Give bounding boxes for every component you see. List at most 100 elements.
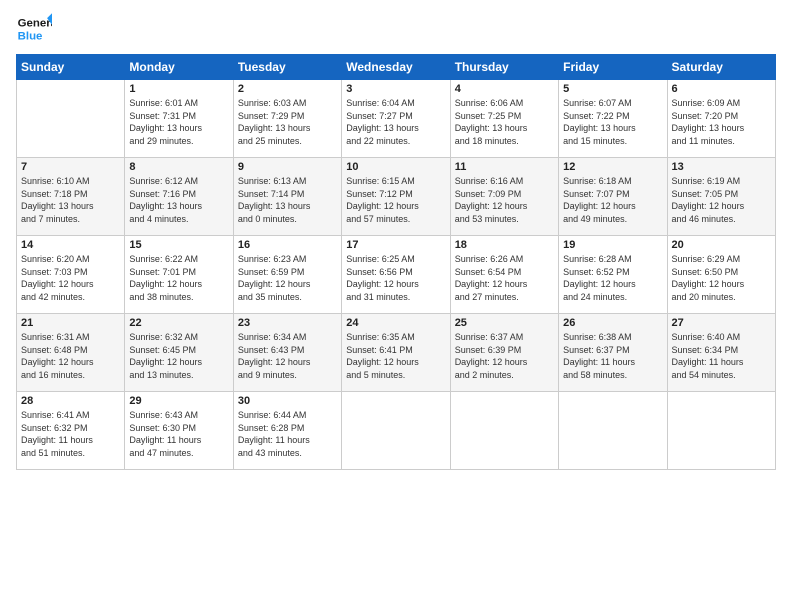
calendar-cell: 24 Sunrise: 6:35 AMSunset: 6:41 PMDayligh… bbox=[342, 314, 450, 392]
main-container: General Blue SundayMondayTuesdayWednesda… bbox=[0, 0, 792, 480]
day-number: 7 bbox=[21, 161, 120, 173]
calendar-cell: 15 Sunrise: 6:22 AMSunset: 7:01 PMDayligh… bbox=[125, 236, 233, 314]
day-number: 24 bbox=[346, 317, 445, 329]
column-header-friday: Friday bbox=[559, 55, 667, 80]
day-number: 22 bbox=[129, 317, 228, 329]
day-info: Sunrise: 6:13 AMSunset: 7:14 PMDaylight:… bbox=[238, 175, 337, 225]
day-number: 28 bbox=[21, 395, 120, 407]
day-number: 1 bbox=[129, 83, 228, 95]
column-header-saturday: Saturday bbox=[667, 55, 775, 80]
calendar-cell: 5 Sunrise: 6:07 AMSunset: 7:22 PMDaylight… bbox=[559, 80, 667, 158]
calendar-cell: 10 Sunrise: 6:15 AMSunset: 7:12 PMDayligh… bbox=[342, 158, 450, 236]
calendar-cell: 27Sunrise: 6:40 AMSunset: 6:34 PMDayligh… bbox=[667, 314, 775, 392]
day-number: 2 bbox=[238, 83, 337, 95]
calendar-cell: 22Sunrise: 6:32 AMSunset: 6:45 PMDayligh… bbox=[125, 314, 233, 392]
week-row-1: 1 Sunrise: 6:01 AMSunset: 7:31 PMDaylight… bbox=[17, 80, 776, 158]
calendar-cell bbox=[450, 392, 558, 470]
day-info: Sunrise: 6:37 AMSunset: 6:39 PMDaylight:… bbox=[455, 331, 554, 381]
day-info: Sunrise: 6:20 AMSunset: 7:03 PMDaylight:… bbox=[21, 253, 120, 303]
calendar-cell: 3 Sunrise: 6:04 AMSunset: 7:27 PMDaylight… bbox=[342, 80, 450, 158]
column-header-thursday: Thursday bbox=[450, 55, 558, 80]
calendar-cell: 20Sunrise: 6:29 AMSunset: 6:50 PMDayligh… bbox=[667, 236, 775, 314]
calendar-cell: 8Sunrise: 6:12 AMSunset: 7:16 PMDaylight… bbox=[125, 158, 233, 236]
day-info: Sunrise: 6:15 AMSunset: 7:12 PMDaylight:… bbox=[346, 175, 445, 225]
calendar-cell: 1 Sunrise: 6:01 AMSunset: 7:31 PMDaylight… bbox=[125, 80, 233, 158]
day-number: 15 bbox=[129, 239, 228, 251]
day-info: Sunrise: 6:01 AMSunset: 7:31 PMDaylight:… bbox=[129, 97, 228, 147]
calendar-cell: 14 Sunrise: 6:20 AMSunset: 7:03 PMDayligh… bbox=[17, 236, 125, 314]
day-number: 14 bbox=[21, 239, 120, 251]
day-info: Sunrise: 6:07 AMSunset: 7:22 PMDaylight:… bbox=[563, 97, 662, 147]
day-number: 6 bbox=[672, 83, 771, 95]
calendar-cell bbox=[342, 392, 450, 470]
page-header: General Blue bbox=[16, 10, 776, 46]
calendar-cell: 13 Sunrise: 6:19 AMSunset: 7:05 PMDayligh… bbox=[667, 158, 775, 236]
svg-text:General: General bbox=[18, 17, 52, 29]
calendar-cell: 25 Sunrise: 6:37 AMSunset: 6:39 PMDayligh… bbox=[450, 314, 558, 392]
day-number: 30 bbox=[238, 395, 337, 407]
svg-text:Blue: Blue bbox=[18, 30, 43, 42]
calendar-cell: 29 Sunrise: 6:43 AMSunset: 6:30 PMDayligh… bbox=[125, 392, 233, 470]
week-row-4: 21Sunrise: 6:31 AMSunset: 6:48 PMDayligh… bbox=[17, 314, 776, 392]
calendar-cell: 6 Sunrise: 6:09 AMSunset: 7:20 PMDaylight… bbox=[667, 80, 775, 158]
day-number: 3 bbox=[346, 83, 445, 95]
calendar-cell: 18 Sunrise: 6:26 AMSunset: 6:54 PMDayligh… bbox=[450, 236, 558, 314]
day-info: Sunrise: 6:10 AMSunset: 7:18 PMDaylight:… bbox=[21, 175, 120, 225]
day-number: 9 bbox=[238, 161, 337, 173]
day-info: Sunrise: 6:41 AMSunset: 6:32 PMDaylight:… bbox=[21, 409, 120, 459]
day-info: Sunrise: 6:22 AMSunset: 7:01 PMDaylight:… bbox=[129, 253, 228, 303]
day-info: Sunrise: 6:04 AMSunset: 7:27 PMDaylight:… bbox=[346, 97, 445, 147]
day-number: 18 bbox=[455, 239, 554, 251]
day-info: Sunrise: 6:38 AMSunset: 6:37 PMDaylight:… bbox=[563, 331, 662, 381]
column-header-monday: Monday bbox=[125, 55, 233, 80]
day-number: 26 bbox=[563, 317, 662, 329]
logo: General Blue bbox=[16, 10, 52, 46]
column-header-tuesday: Tuesday bbox=[233, 55, 341, 80]
logo-icon: General Blue bbox=[16, 10, 52, 46]
calendar-header-row: SundayMondayTuesdayWednesdayThursdayFrid… bbox=[17, 55, 776, 80]
calendar-cell: 4 Sunrise: 6:06 AMSunset: 7:25 PMDaylight… bbox=[450, 80, 558, 158]
day-info: Sunrise: 6:35 AMSunset: 6:41 PMDaylight:… bbox=[346, 331, 445, 381]
day-info: Sunrise: 6:09 AMSunset: 7:20 PMDaylight:… bbox=[672, 97, 771, 147]
day-info: Sunrise: 6:19 AMSunset: 7:05 PMDaylight:… bbox=[672, 175, 771, 225]
day-info: Sunrise: 6:12 AMSunset: 7:16 PMDaylight:… bbox=[129, 175, 228, 225]
day-info: Sunrise: 6:06 AMSunset: 7:25 PMDaylight:… bbox=[455, 97, 554, 147]
calendar-cell: 19 Sunrise: 6:28 AMSunset: 6:52 PMDayligh… bbox=[559, 236, 667, 314]
day-number: 4 bbox=[455, 83, 554, 95]
day-number: 19 bbox=[563, 239, 662, 251]
calendar-table: SundayMondayTuesdayWednesdayThursdayFrid… bbox=[16, 54, 776, 470]
calendar-cell: 26 Sunrise: 6:38 AMSunset: 6:37 PMDayligh… bbox=[559, 314, 667, 392]
day-info: Sunrise: 6:44 AMSunset: 6:28 PMDaylight:… bbox=[238, 409, 337, 459]
day-info: Sunrise: 6:29 AMSunset: 6:50 PMDaylight:… bbox=[672, 253, 771, 303]
calendar-cell: 21Sunrise: 6:31 AMSunset: 6:48 PMDayligh… bbox=[17, 314, 125, 392]
day-info: Sunrise: 6:16 AMSunset: 7:09 PMDaylight:… bbox=[455, 175, 554, 225]
calendar-cell: 17 Sunrise: 6:25 AMSunset: 6:56 PMDayligh… bbox=[342, 236, 450, 314]
day-info: Sunrise: 6:26 AMSunset: 6:54 PMDaylight:… bbox=[455, 253, 554, 303]
day-info: Sunrise: 6:25 AMSunset: 6:56 PMDaylight:… bbox=[346, 253, 445, 303]
calendar-cell: 30 Sunrise: 6:44 AMSunset: 6:28 PMDayligh… bbox=[233, 392, 341, 470]
calendar-cell: 23 Sunrise: 6:34 AMSunset: 6:43 PMDayligh… bbox=[233, 314, 341, 392]
calendar-cell: 28 Sunrise: 6:41 AMSunset: 6:32 PMDayligh… bbox=[17, 392, 125, 470]
column-header-sunday: Sunday bbox=[17, 55, 125, 80]
day-number: 10 bbox=[346, 161, 445, 173]
calendar-cell: 2 Sunrise: 6:03 AMSunset: 7:29 PMDaylight… bbox=[233, 80, 341, 158]
calendar-cell: 7 Sunrise: 6:10 AMSunset: 7:18 PMDaylight… bbox=[17, 158, 125, 236]
day-info: Sunrise: 6:43 AMSunset: 6:30 PMDaylight:… bbox=[129, 409, 228, 459]
day-number: 5 bbox=[563, 83, 662, 95]
calendar-cell bbox=[667, 392, 775, 470]
day-info: Sunrise: 6:31 AMSunset: 6:48 PMDaylight:… bbox=[21, 331, 120, 381]
calendar-cell bbox=[559, 392, 667, 470]
calendar-cell: 11Sunrise: 6:16 AMSunset: 7:09 PMDayligh… bbox=[450, 158, 558, 236]
day-info: Sunrise: 6:28 AMSunset: 6:52 PMDaylight:… bbox=[563, 253, 662, 303]
day-number: 23 bbox=[238, 317, 337, 329]
week-row-3: 14 Sunrise: 6:20 AMSunset: 7:03 PMDayligh… bbox=[17, 236, 776, 314]
day-info: Sunrise: 6:03 AMSunset: 7:29 PMDaylight:… bbox=[238, 97, 337, 147]
day-number: 25 bbox=[455, 317, 554, 329]
day-number: 17 bbox=[346, 239, 445, 251]
calendar-cell: 12Sunrise: 6:18 AMSunset: 7:07 PMDayligh… bbox=[559, 158, 667, 236]
day-info: Sunrise: 6:34 AMSunset: 6:43 PMDaylight:… bbox=[238, 331, 337, 381]
day-number: 13 bbox=[672, 161, 771, 173]
calendar-cell: 9 Sunrise: 6:13 AMSunset: 7:14 PMDaylight… bbox=[233, 158, 341, 236]
day-number: 29 bbox=[129, 395, 228, 407]
day-info: Sunrise: 6:40 AMSunset: 6:34 PMDaylight:… bbox=[672, 331, 771, 381]
